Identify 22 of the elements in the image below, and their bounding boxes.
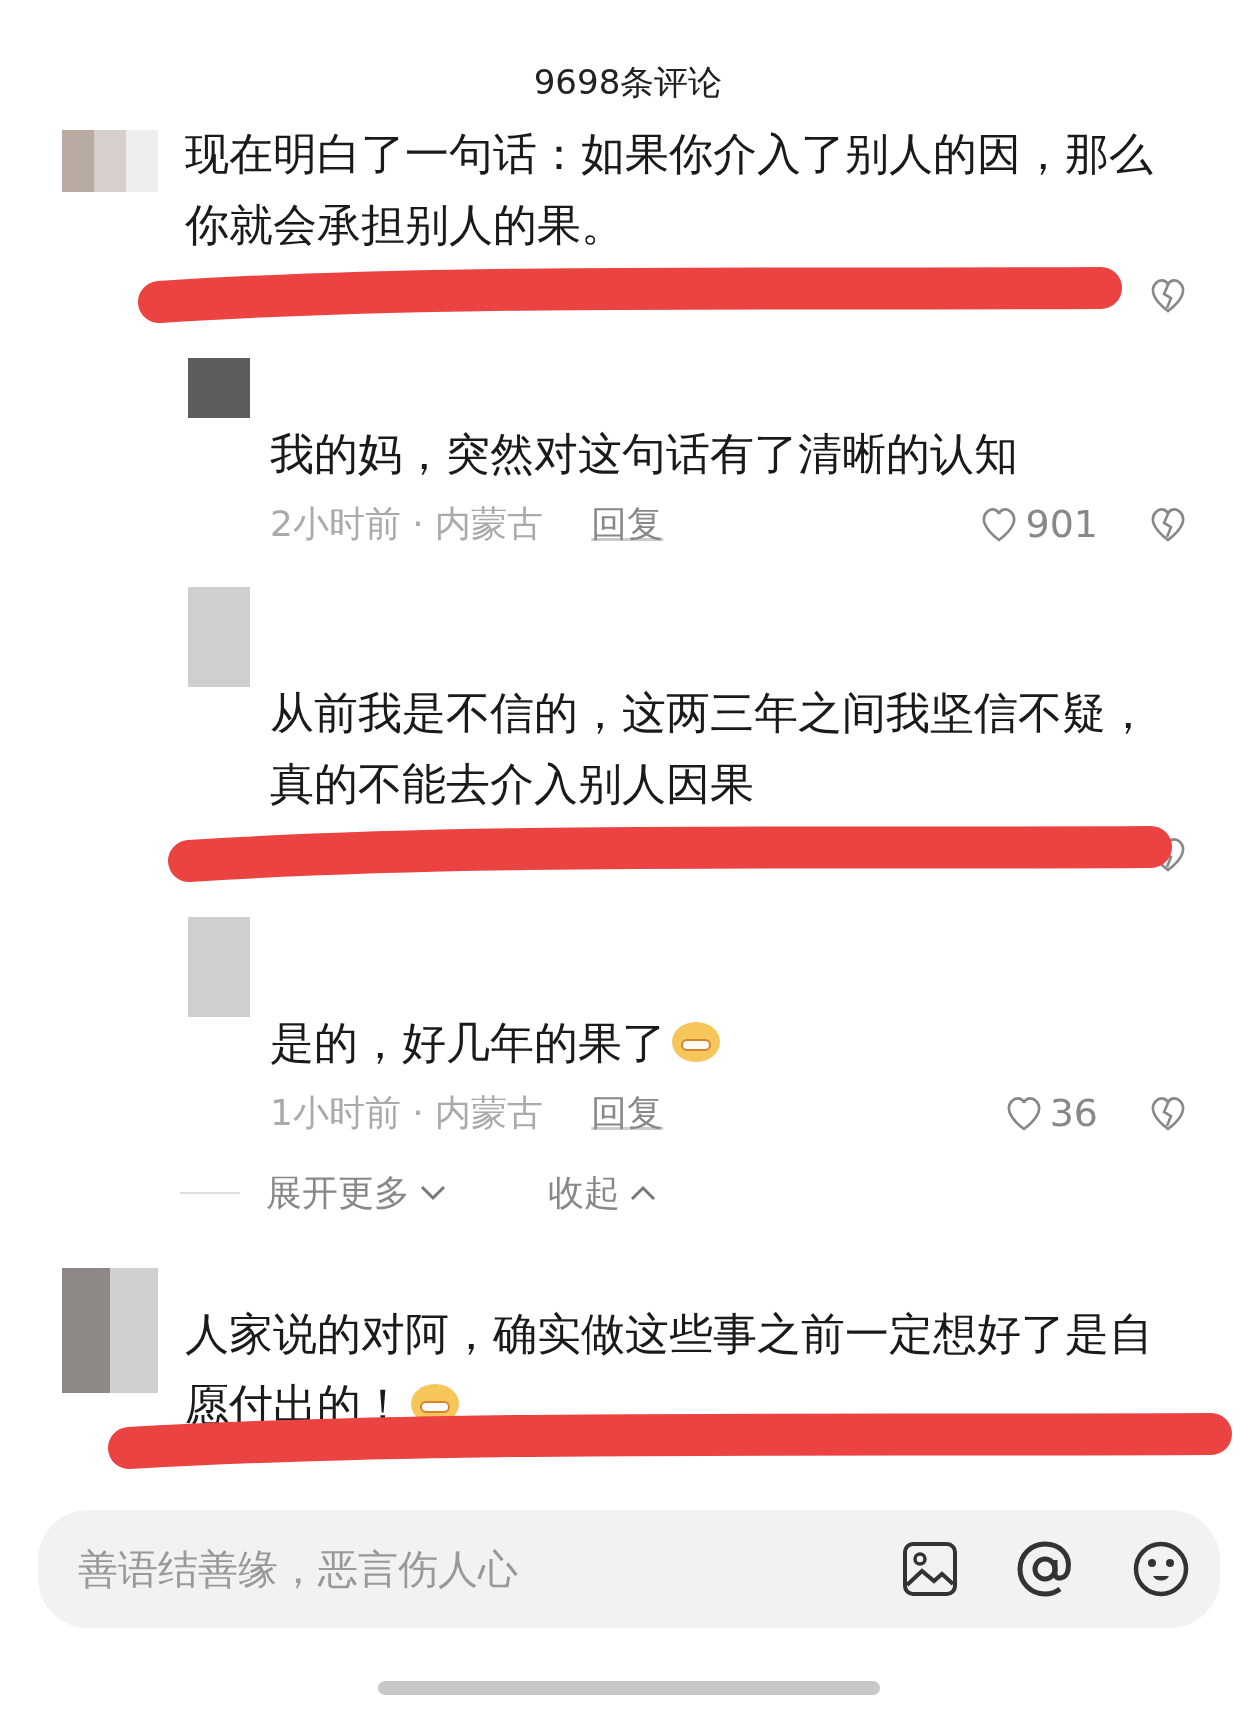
reply-link[interactable]: 回复 bbox=[591, 1086, 664, 1140]
comment-text: 从前我是不信的，这两三年之间我坚信不疑，真的不能去介入别人因果 bbox=[270, 686, 1151, 811]
comment-text: 现在明白了一句话：如果你介入了别人的因，那么你就会承担别人的果。 bbox=[185, 127, 1154, 252]
at-sign-icon[interactable] bbox=[1016, 1540, 1074, 1598]
chevron-down-icon bbox=[418, 1183, 448, 1203]
image-icon[interactable] bbox=[902, 1541, 958, 1597]
comment-time-location: 2小时前 · 内蒙古 bbox=[270, 502, 544, 546]
comment-time-location: 1小时前 · 内蒙古 bbox=[270, 1091, 544, 1135]
comment-input-field[interactable]: 善语结善缘，恶言伤人心 bbox=[76, 1538, 902, 1600]
comment-count-title: 9698条评论 bbox=[532, 61, 724, 104]
avatar[interactable] bbox=[62, 130, 158, 192]
emoji-smiley-icon[interactable] bbox=[1132, 1540, 1190, 1598]
chevron-up-icon bbox=[628, 1183, 658, 1203]
collapse-link[interactable]: 收起 bbox=[548, 1166, 658, 1220]
like-count: 36 bbox=[1049, 1089, 1098, 1137]
comment-input-bar[interactable]: 善语结善缘，恶言伤人心 bbox=[38, 1510, 1220, 1628]
avatar[interactable] bbox=[62, 1268, 158, 1393]
reply-link[interactable]: 回复 bbox=[591, 497, 664, 551]
like-count: 901 bbox=[1025, 500, 1098, 548]
comment-text: 是的，好几年的果了 bbox=[270, 1007, 1170, 1078]
comment-text: 我的妈，突然对这句话有了清晰的认知 bbox=[270, 427, 1019, 481]
expand-more-link[interactable]: 展开更多 bbox=[266, 1166, 448, 1220]
